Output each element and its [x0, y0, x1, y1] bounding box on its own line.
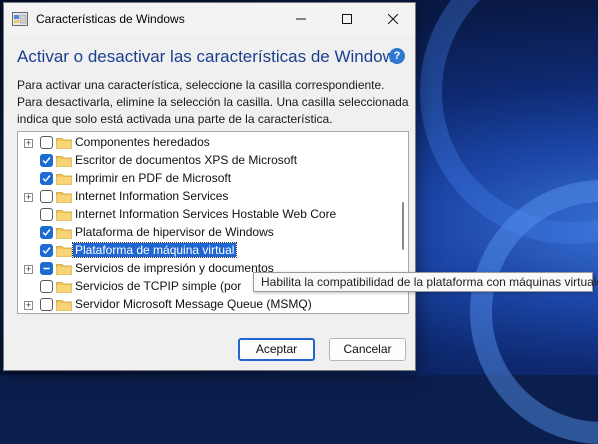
feature-checkbox[interactable]	[40, 262, 53, 275]
feature-label: Componentes heredados	[75, 135, 210, 149]
folder-icon	[56, 282, 72, 293]
page-heading: Activar o desactivar las características…	[17, 47, 404, 66]
feature-label: Servicios de TCPIP simple (por	[75, 279, 242, 293]
feature-label: Imprimir en PDF de Microsoft	[75, 171, 232, 185]
folder-icon	[56, 300, 72, 311]
feature-checkbox[interactable]	[40, 298, 53, 311]
cancel-button[interactable]: Cancelar	[329, 338, 406, 361]
feature-row[interactable]: Internet Information Services Hostable W…	[18, 206, 398, 224]
feature-tooltip: Habilita la compatibilidad de la platafo…	[253, 272, 598, 292]
feature-label: Internet Information Services	[75, 189, 229, 203]
expand-icon[interactable]: +	[24, 139, 33, 148]
windows-features-app-icon	[12, 12, 28, 26]
feature-label: Servidor Microsoft Message Queue (MSMQ)	[75, 297, 312, 311]
folder-icon	[56, 192, 72, 203]
feature-checkbox[interactable]	[40, 208, 53, 221]
expand-icon[interactable]: +	[24, 301, 33, 310]
folder-icon	[56, 138, 72, 149]
minimize-icon	[296, 18, 306, 20]
feature-row[interactable]: Plataforma de máquina virtual	[18, 242, 398, 260]
close-icon	[388, 14, 398, 24]
help-icon[interactable]: ?	[389, 48, 405, 64]
feature-checkbox[interactable]	[40, 172, 53, 185]
feature-row[interactable]: + Componentes heredados	[18, 134, 398, 152]
maximize-button[interactable]	[324, 3, 370, 35]
expand-icon[interactable]: +	[24, 193, 33, 202]
feature-checkbox[interactable]	[40, 280, 53, 293]
feature-row[interactable]: + Internet Information Services	[18, 188, 398, 206]
description-text: Para activar una característica, selecci…	[17, 78, 409, 126]
feature-checkbox[interactable]	[40, 244, 53, 257]
folder-icon	[56, 228, 72, 239]
folder-icon	[56, 210, 72, 221]
feature-label: Escritor de documentos XPS de Microsoft	[75, 153, 298, 167]
feature-checkbox[interactable]	[40, 226, 53, 239]
maximize-icon	[342, 14, 352, 24]
expand-icon[interactable]: +	[24, 265, 33, 274]
feature-checkbox[interactable]	[40, 154, 53, 167]
folder-icon	[56, 264, 72, 275]
feature-label: Plataforma de hipervisor de Windows	[75, 225, 274, 239]
ok-button[interactable]: Aceptar	[238, 338, 315, 361]
scrollbar-thumb[interactable]	[402, 202, 404, 250]
window-title: Características de Windows	[36, 12, 185, 26]
folder-icon	[56, 246, 72, 257]
feature-checkbox[interactable]	[40, 136, 53, 149]
feature-row[interactable]: Plataforma de hipervisor de Windows	[18, 224, 398, 242]
feature-label: Plataforma de máquina virtual	[71, 242, 238, 258]
close-button[interactable]	[370, 3, 416, 35]
feature-row[interactable]: Escritor de documentos XPS de Microsoft	[18, 152, 398, 170]
windows-features-dialog: Características de Windows Activar o des…	[3, 2, 416, 371]
minimize-button[interactable]	[278, 3, 324, 35]
feature-label: Internet Information Services Hostable W…	[75, 207, 337, 221]
feature-row[interactable]: + Servidor Microsoft Message Queue (MSMQ)	[18, 296, 398, 313]
feature-checkbox[interactable]	[40, 190, 53, 203]
folder-icon	[56, 174, 72, 185]
title-bar[interactable]: Características de Windows	[4, 3, 415, 35]
feature-label: Servicios de impresión y documentos	[75, 261, 274, 275]
feature-row[interactable]: Imprimir en PDF de Microsoft	[18, 170, 398, 188]
folder-icon	[56, 156, 72, 167]
